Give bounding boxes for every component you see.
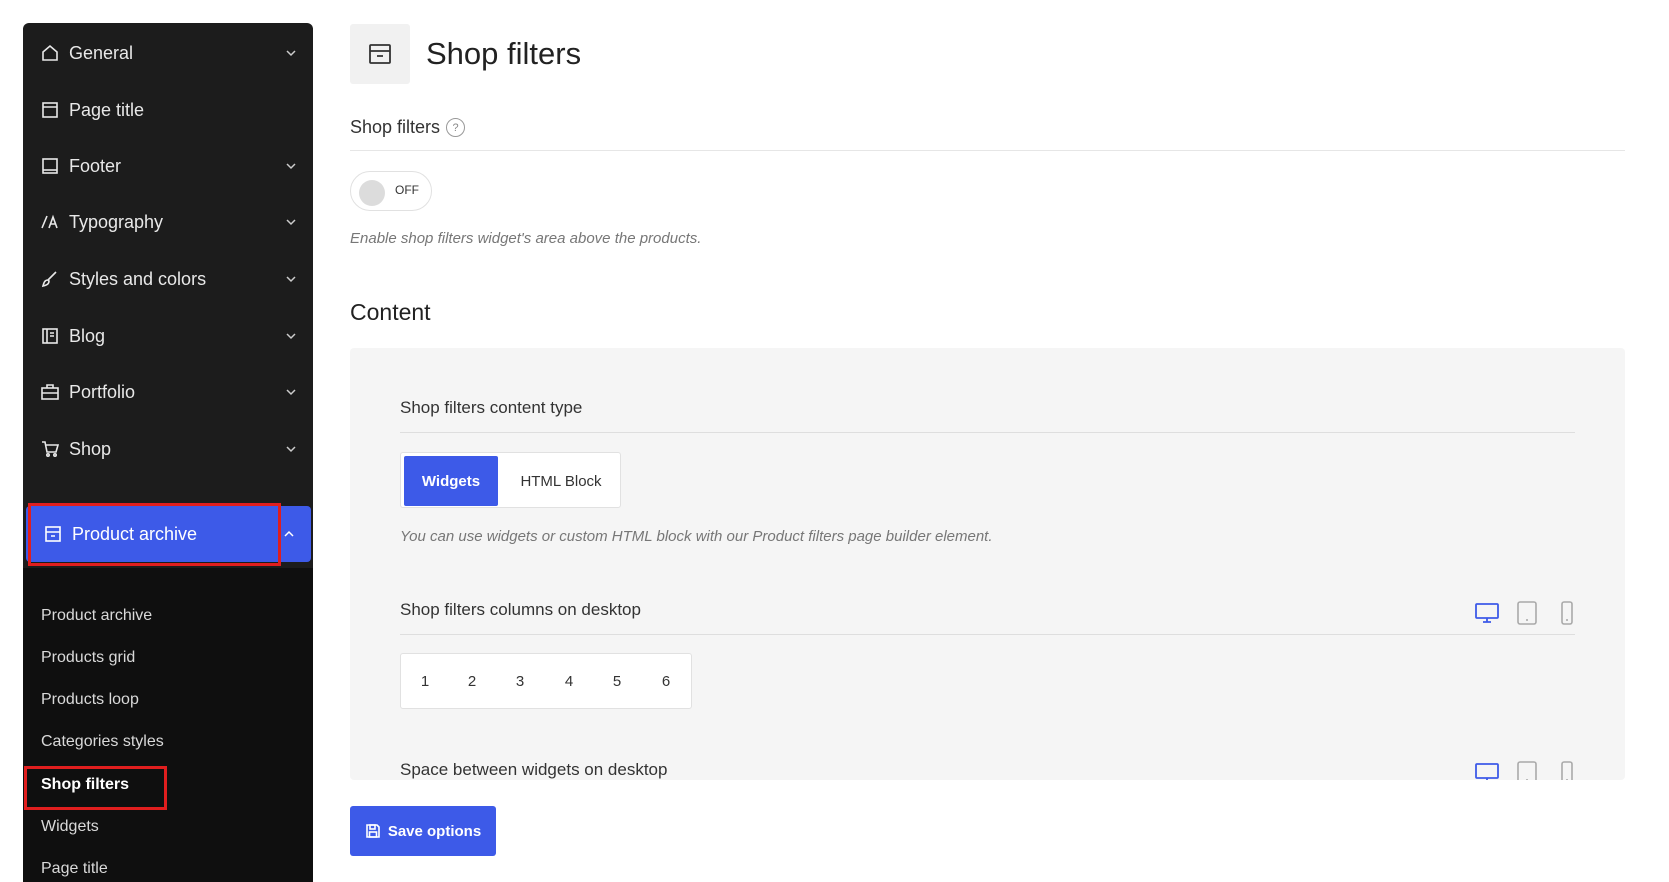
content-type-label: Shop filters content type: [400, 398, 583, 417]
submenu-item-page-title[interactable]: Page title: [41, 857, 108, 881]
page: General Page title Footer Typography Sty…: [0, 0, 1669, 882]
column-option-1[interactable]: 1: [405, 654, 445, 708]
journal-icon: [40, 326, 60, 346]
laptop-icon: [40, 156, 60, 176]
submenu-item-product-archive[interactable]: Product archive: [41, 604, 152, 628]
columns-label: Shop filters columns on desktop: [400, 600, 641, 619]
submenu-item-products-grid[interactable]: Products grid: [41, 646, 135, 670]
desktop-icon[interactable]: [1474, 760, 1500, 780]
sidebar-item-label: Typography: [69, 211, 164, 232]
sidebar-item-label: General: [69, 42, 134, 63]
column-option-3[interactable]: 3: [500, 654, 540, 708]
sidebar-item-label: Page title: [69, 99, 145, 120]
column-option-5[interactable]: 5: [597, 654, 637, 708]
column-option-6[interactable]: 6: [646, 654, 686, 708]
tablet-icon[interactable]: [1514, 600, 1540, 626]
content-type-description: You can use widgets or custom HTML block…: [400, 528, 993, 545]
chevron-down-icon: [286, 219, 296, 226]
columns-selector: 1 2 3 4 5 6: [400, 653, 692, 709]
page-title: Shop filters: [426, 36, 582, 71]
divider: [400, 432, 1575, 433]
submenu-item-products-loop[interactable]: Products loop: [41, 688, 139, 712]
tablet-icon[interactable]: [1514, 760, 1540, 780]
brush-icon: [40, 269, 60, 289]
content-panel: Shop filters content type Widgets HTML B…: [350, 348, 1625, 780]
sidebar-item-portfolio[interactable]: Portfolio: [23, 364, 313, 420]
chevron-down-icon: [286, 389, 296, 396]
chevron-down-icon: [286, 333, 296, 340]
column-option-4[interactable]: 4: [549, 654, 589, 708]
html-block-option[interactable]: HTML Block: [505, 456, 617, 506]
divider: [400, 634, 1575, 635]
divider: [350, 150, 1625, 151]
shop-filters-toggle[interactable]: OFF: [350, 171, 432, 211]
save-options-label: Save options: [387, 822, 482, 840]
sidebar-item-footer[interactable]: Footer: [23, 138, 313, 194]
shop-filters-description: Enable shop filters widget's area above …: [350, 230, 702, 247]
sidebar-item-label: Portfolio: [69, 381, 136, 402]
column-option-2[interactable]: 2: [452, 654, 492, 708]
submenu-item-shop-filters[interactable]: Shop filters: [41, 773, 129, 797]
sidebar-item-label: Blog: [69, 325, 106, 346]
help-icon[interactable]: ?: [446, 118, 465, 137]
mobile-icon[interactable]: [1554, 600, 1580, 626]
mobile-icon[interactable]: [1554, 760, 1580, 780]
main-content: Shop filters Shop filters ? OFF Enable s…: [350, 0, 1625, 882]
sidebar-item-general[interactable]: General: [23, 25, 313, 81]
chevron-up-icon: [284, 530, 294, 537]
sidebar-item-page-title[interactable]: Page title: [23, 82, 313, 138]
toggle-knob: [359, 180, 385, 206]
content-type-selector: Widgets HTML Block: [400, 452, 621, 508]
submenu-item-widgets[interactable]: Widgets: [41, 815, 99, 839]
chevron-down-icon: [286, 446, 296, 453]
home-icon: [40, 43, 60, 63]
save-options-button[interactable]: Save options: [350, 806, 496, 856]
desktop-icon[interactable]: [1474, 600, 1500, 626]
window-icon: [40, 100, 60, 120]
chevron-down-icon: [286, 50, 296, 57]
submenu-item-categories-styles[interactable]: Categories styles: [41, 730, 164, 754]
sidebar-item-label: Styles and colors: [69, 268, 207, 289]
font-icon: [40, 212, 60, 232]
shop-filters-label: Shop filters: [350, 117, 441, 137]
submenu-product-archive: Product archive Products grid Products l…: [23, 568, 313, 882]
space-label: Space between widgets on desktop: [400, 760, 668, 779]
sidebar-item-shop[interactable]: Shop: [23, 421, 313, 477]
content-heading: Content: [350, 299, 431, 325]
toggle-state: OFF: [395, 183, 419, 197]
archive-icon: [350, 24, 410, 84]
sidebar-item-styles-and-colors[interactable]: Styles and colors: [23, 251, 313, 307]
sidebar-item-blog[interactable]: Blog: [23, 308, 313, 364]
sidebar: General Page title Footer Typography Sty…: [23, 23, 313, 882]
widgets-option[interactable]: Widgets: [404, 456, 498, 506]
sidebar-item-label: Footer: [69, 155, 122, 176]
chevron-down-icon: [286, 163, 296, 170]
save-icon: [366, 824, 380, 838]
briefcase-icon: [40, 382, 60, 402]
sidebar-item-typography[interactable]: Typography: [23, 194, 313, 250]
page-edge: [1649, 0, 1669, 882]
sidebar-item-label: Product archive: [72, 523, 198, 544]
archive-icon: [43, 524, 63, 544]
chevron-down-icon: [286, 276, 296, 283]
sidebar-item-product-archive[interactable]: Product archive: [26, 506, 311, 562]
cart-icon: [40, 439, 60, 459]
sidebar-item-label: Shop: [69, 438, 112, 459]
